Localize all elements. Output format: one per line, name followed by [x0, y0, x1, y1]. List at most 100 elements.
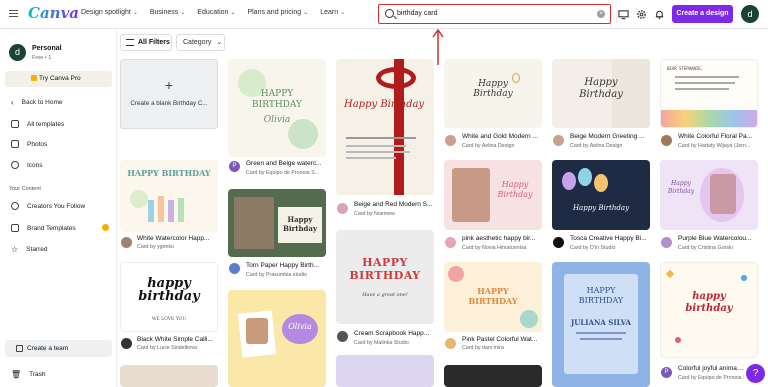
creator-avatar[interactable]: [445, 338, 456, 349]
all-filters-button[interactable]: All Filters: [120, 34, 172, 51]
templates-icon: [11, 120, 19, 128]
template-thumbnail[interactable]: Happy Birthday: [444, 59, 542, 128]
account-name[interactable]: Personal: [32, 45, 62, 52]
create-design-button[interactable]: Create a design: [672, 5, 733, 23]
template-title[interactable]: White and Gold Modern ...: [462, 133, 542, 140]
bell-icon[interactable]: [654, 9, 665, 20]
sidebar-item-creators[interactable]: Creators You Follow: [11, 202, 85, 210]
nav-plans-pricing[interactable]: Plans and pricing ⌄: [247, 9, 308, 16]
template-title[interactable]: Colorful joyful animat...: [678, 365, 744, 372]
template-creator[interactable]: Card by Novia Himatunnisa: [462, 245, 542, 251]
creator-avatar[interactable]: P: [661, 367, 672, 378]
creator-avatar[interactable]: [445, 237, 456, 248]
canva-logo[interactable]: Canva: [28, 4, 79, 22]
sidebar-item-starred[interactable]: ☆ Starred: [11, 245, 48, 254]
template-title[interactable]: pink aesthetic happy bir...: [462, 235, 542, 242]
creator-avatar[interactable]: [661, 135, 672, 146]
sidebar-item-icons[interactable]: Icons: [11, 161, 43, 169]
template-title[interactable]: Cream Scrapbook Happ...: [354, 330, 434, 337]
template-thumbnail[interactable]: Happy Birthday: [660, 160, 758, 230]
search-value[interactable]: birthday card: [397, 10, 437, 17]
create-team-button[interactable]: Create a team: [5, 340, 112, 357]
creator-avatar[interactable]: P: [229, 161, 240, 172]
top-bar: Canva Design spotlight ⌄ Business ⌄ Educat…: [0, 0, 768, 29]
template-creator[interactable]: Card by D'iri Studio: [570, 245, 650, 251]
clear-search-icon[interactable]: ×: [597, 10, 605, 18]
creator-avatar[interactable]: [337, 331, 348, 342]
creator-avatar[interactable]: [121, 237, 132, 248]
template-thumbnail[interactable]: HAPPY BIRTHDAY JULIANA SILVA: [552, 262, 650, 387]
template-creator[interactable]: Card by Lucie Sindelkova: [137, 345, 217, 351]
template-thumbnail[interactable]: Happy Birthday: [336, 59, 434, 195]
help-button[interactable]: ?: [746, 364, 765, 383]
sidebar-item-brand-templates[interactable]: Brand Templates: [11, 224, 76, 232]
template-title[interactable]: Beige Modern Greeting ...: [570, 133, 650, 140]
template-thumbnail[interactable]: HAPPY BIRTHDAY Olivia: [228, 59, 326, 157]
template-thumbnail[interactable]: happy birthday WE LOVE YOU: [120, 262, 218, 332]
creator-avatar[interactable]: [229, 263, 240, 274]
create-blank-card[interactable]: + Create a blank Birthday C...: [120, 59, 218, 129]
template-creator[interactable]: Card by Noemew: [354, 211, 434, 217]
account-avatar[interactable]: d: [9, 44, 26, 61]
template-creator[interactable]: Card by Cristina Gorski: [678, 245, 758, 251]
template-thumbnail[interactable]: [120, 365, 218, 387]
gear-icon[interactable]: [636, 9, 647, 20]
template-creator[interactable]: Card by dani mira: [462, 345, 542, 351]
template-thumbnail[interactable]: Happy Birthday: [228, 189, 326, 257]
creator-avatar[interactable]: [121, 338, 132, 349]
nav-business[interactable]: Business ⌄: [150, 9, 185, 16]
chevron-down-icon: ⌄: [132, 10, 138, 16]
template-thumbnail[interactable]: DEAR STEPHANIE,: [660, 59, 758, 128]
chevron-down-icon: ⌄: [303, 10, 309, 16]
template-thumbnail[interactable]: happy birthday: [660, 262, 758, 358]
star-icon: ☆: [11, 245, 19, 254]
template-title[interactable]: Black White Simple Calli...: [137, 336, 217, 343]
template-thumbnail[interactable]: Happy Birthday: [444, 160, 542, 230]
template-creator[interactable]: Card by Equipo de Pronoia S...: [246, 170, 326, 176]
creator-avatar[interactable]: [337, 203, 348, 214]
nav-learn[interactable]: Learn ⌄: [320, 9, 345, 16]
template-title[interactable]: White Colorful Floral Pa...: [678, 133, 758, 140]
menu-icon[interactable]: [9, 10, 18, 19]
template-title[interactable]: White Watercolor Happ...: [137, 235, 217, 242]
template-thumbnail[interactable]: HAPPY BIRTHDAY: [120, 160, 218, 232]
creator-avatar[interactable]: [553, 135, 564, 146]
nav-education[interactable]: Education ⌄: [197, 9, 235, 16]
sidebar-item-back-home[interactable]: ‹ Back to Home: [11, 98, 63, 107]
sidebar-item-trash[interactable]: 🗑 Trash: [11, 370, 46, 379]
template-thumbnail[interactable]: [444, 365, 542, 387]
template-creator[interactable]: Card by ygenko: [137, 244, 217, 250]
try-canva-pro-button[interactable]: Try Canva Pro: [5, 71, 112, 87]
template-creator[interactable]: Card by Aelina Design: [462, 143, 542, 149]
chevron-down-icon: ⌄: [180, 10, 186, 16]
template-creator[interactable]: Card by Hartaty Wijaya (Jern...: [678, 143, 758, 149]
template-thumbnail[interactable]: Happy Birthday: [552, 160, 650, 230]
nav-design-spotlight[interactable]: Design spotlight ⌄: [81, 9, 138, 16]
template-creator[interactable]: Card by Prasumbia studio: [246, 272, 326, 278]
search-input[interactable]: birthday card ×: [378, 4, 611, 24]
template-creator[interactable]: Card by Malinka Studio: [354, 340, 434, 346]
template-thumbnail[interactable]: Olivia: [228, 290, 326, 387]
template-title[interactable]: Purple Blue Watercolou...: [678, 235, 758, 242]
template-title[interactable]: Pink Pastel Colorful Wat...: [462, 336, 542, 343]
creator-avatar[interactable]: [445, 135, 456, 146]
creator-avatar[interactable]: [553, 237, 564, 248]
template-title[interactable]: Torn Paper Happy Birth...: [246, 262, 326, 269]
monitor-icon[interactable]: [618, 9, 629, 20]
template-creator[interactable]: Card by Equipo de Pronoia S...: [678, 375, 744, 381]
category-dropdown[interactable]: Category ⌄: [176, 34, 225, 51]
template-title[interactable]: Tosca Creative Happy Bi...: [570, 235, 650, 242]
template-title[interactable]: Beige and Red Modern S...: [354, 201, 434, 208]
avatar[interactable]: d: [741, 5, 759, 23]
filter-icon: [126, 39, 134, 46]
sidebar: d Personal Free • 1 Try Canva Pro ‹ Back …: [0, 30, 117, 387]
sidebar-item-all-templates[interactable]: All templates: [11, 120, 64, 128]
creator-avatar[interactable]: [661, 237, 672, 248]
template-thumbnail[interactable]: HAPPY BIRTHDAY: [444, 262, 542, 332]
template-thumbnail[interactable]: HAPPY BIRTHDAY Have a great one!: [336, 230, 434, 324]
template-thumbnail[interactable]: Happy Birthday: [552, 59, 650, 128]
template-creator[interactable]: Card by Aelina Design: [570, 143, 650, 149]
template-thumbnail[interactable]: [336, 355, 434, 387]
sidebar-item-photos[interactable]: Photos: [11, 140, 47, 148]
template-title[interactable]: Green and Beige waterc...: [246, 160, 326, 167]
